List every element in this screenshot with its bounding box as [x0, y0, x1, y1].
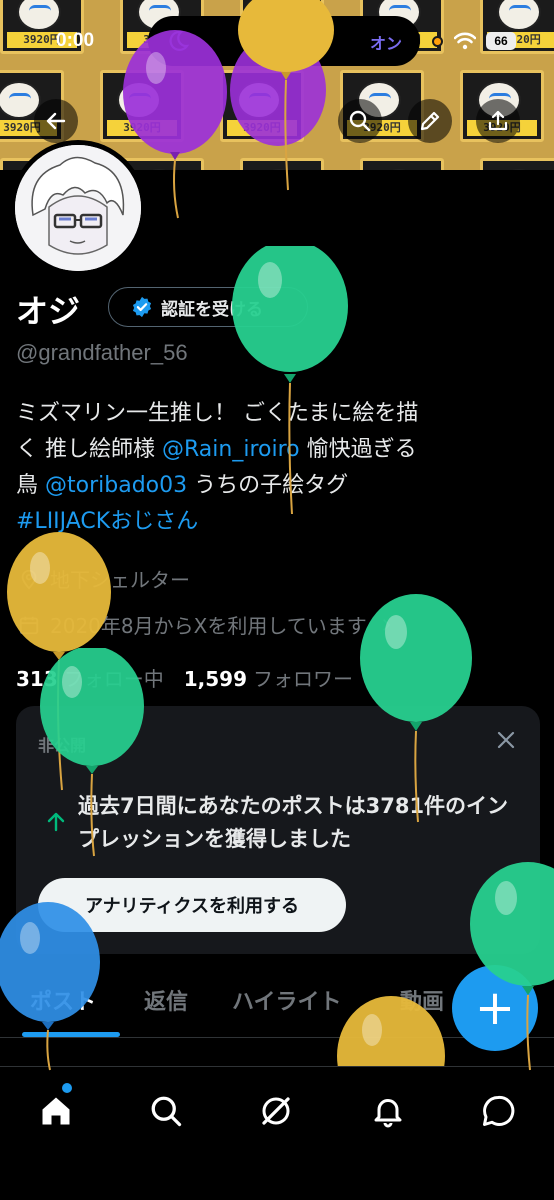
share-icon: [488, 110, 508, 131]
mention-link[interactable]: @toribado03: [45, 473, 187, 498]
banner-price-tag: 3920円: [107, 120, 177, 136]
bio-line: ミズマリン一生推し！ ごくたまに絵を描: [16, 401, 419, 426]
banner-tile: 3920円: [240, 158, 324, 170]
following-count: 313: [16, 667, 58, 691]
profile-location: 地下シェルター: [18, 564, 190, 593]
hashtag-link[interactable]: #LIIJACKおじさん: [16, 509, 198, 534]
banner-character: [257, 169, 301, 170]
nav-search[interactable]: [146, 1091, 186, 1131]
nav-messages[interactable]: [478, 1091, 518, 1131]
location-text: 地下シェルター: [50, 568, 190, 592]
profile-joined[interactable]: 2020年8月からXを利用しています: [18, 610, 395, 639]
impressions-message: 過去7日間にあなたのポストは3781件のインプレッションを獲得しました: [78, 794, 509, 851]
wifi-icon: [454, 32, 476, 50]
tab-replies[interactable]: 返信: [144, 984, 188, 1016]
nav-notifications[interactable]: [368, 1091, 408, 1131]
bottom-navigation: [0, 1066, 554, 1200]
active-tab-indicator: [22, 1032, 120, 1037]
bio-text: 鳥: [16, 473, 45, 498]
banner-character: [377, 169, 421, 170]
follow-stats: 313 フォロー中 1,599 フォロワー: [16, 663, 353, 692]
use-analytics-button[interactable]: アナリティクスを利用する: [38, 878, 346, 932]
tab-highlights[interactable]: ハイライト: [232, 984, 342, 1016]
location-pin-icon: [21, 569, 37, 589]
recording-indicator: [432, 36, 443, 47]
bio-line: く 推し絵師様 @Rain_iroiro 愉快過ぎる: [16, 432, 536, 468]
get-verified-label: 認証を受ける: [161, 299, 263, 320]
banner-tile: 3920円: [480, 158, 554, 170]
battery-indicator: 66: [486, 32, 516, 50]
following-label: フォロー中: [63, 667, 164, 691]
profile-handle: @grandfather_56: [16, 340, 188, 365]
nav-grok[interactable]: [256, 1091, 296, 1131]
bio-line: 鳥 @toribado03 うちの子絵タグ: [16, 468, 536, 504]
tab-posts[interactable]: ポスト: [30, 984, 96, 1016]
banner-character: [117, 81, 161, 119]
dynamic-island: オン: [148, 16, 420, 66]
banner-character: [497, 0, 541, 31]
compose-button[interactable]: +: [452, 965, 538, 1051]
avatar-image: [15, 145, 141, 271]
bio-text: く 推し絵師様: [16, 437, 162, 462]
banner-tile: 3920円: [360, 158, 444, 170]
joined-text: 2020年8月からXを利用しています: [50, 614, 367, 638]
search-icon: [349, 110, 371, 132]
get-verified-button[interactable]: 認証を受ける: [108, 287, 308, 327]
share-button[interactable]: [476, 99, 520, 143]
home-icon: [42, 1097, 70, 1125]
bio-text: 愉快過ぎる: [299, 437, 417, 462]
grok-icon: [262, 1097, 290, 1125]
banner-character: [497, 169, 541, 170]
calendar-icon: [19, 616, 39, 634]
profile-bio: ミズマリン一生推し！ ごくたまに絵を描 く 推し絵師様 @Rain_iroiro…: [16, 396, 536, 540]
followers-link[interactable]: 1,599 フォロワー: [184, 663, 353, 692]
banner-character: [17, 0, 61, 31]
avatar[interactable]: [10, 140, 146, 276]
mention-link[interactable]: @Rain_iroiro: [162, 437, 300, 462]
analytics-card: 非公開 過去7日間にあなたのポストは3781件のインプレッションを獲得しました …: [16, 706, 540, 954]
search-icon: [151, 1096, 182, 1127]
moon-icon: [169, 30, 190, 51]
back-arrow-icon: [46, 112, 66, 130]
close-icon[interactable]: [494, 728, 518, 752]
nav-home[interactable]: [36, 1091, 76, 1131]
chevron-right-icon: [382, 618, 390, 631]
focus-status-label: オン: [369, 34, 402, 53]
edit-icon: [420, 111, 440, 131]
status-time: 0:00: [56, 30, 95, 51]
followers-count: 1,599: [183, 667, 248, 691]
banner-tile: 3920円: [100, 70, 184, 142]
back-button[interactable]: [34, 99, 78, 143]
arrow-up-icon: [47, 812, 65, 832]
profile-name: オジ: [16, 292, 81, 330]
edit-button[interactable]: [408, 99, 452, 143]
followers-label: フォロワー: [253, 667, 354, 691]
private-label: 非公開: [38, 736, 87, 755]
following-link[interactable]: 313 フォロー中: [16, 663, 164, 692]
bio-text: うちの子絵タグ: [187, 473, 349, 498]
verified-badge-icon: [132, 296, 152, 318]
banner-character: [237, 81, 281, 119]
search-button[interactable]: [338, 99, 382, 143]
messages-icon: [483, 1095, 515, 1126]
banner-tile: 3920円: [220, 70, 304, 142]
banner-character: [137, 169, 181, 170]
banner-price-tag: 3920円: [227, 120, 297, 136]
notification-dot: [62, 1083, 72, 1093]
tab-videos[interactable]: 動画: [400, 984, 444, 1016]
notifications-icon: [374, 1099, 402, 1128]
